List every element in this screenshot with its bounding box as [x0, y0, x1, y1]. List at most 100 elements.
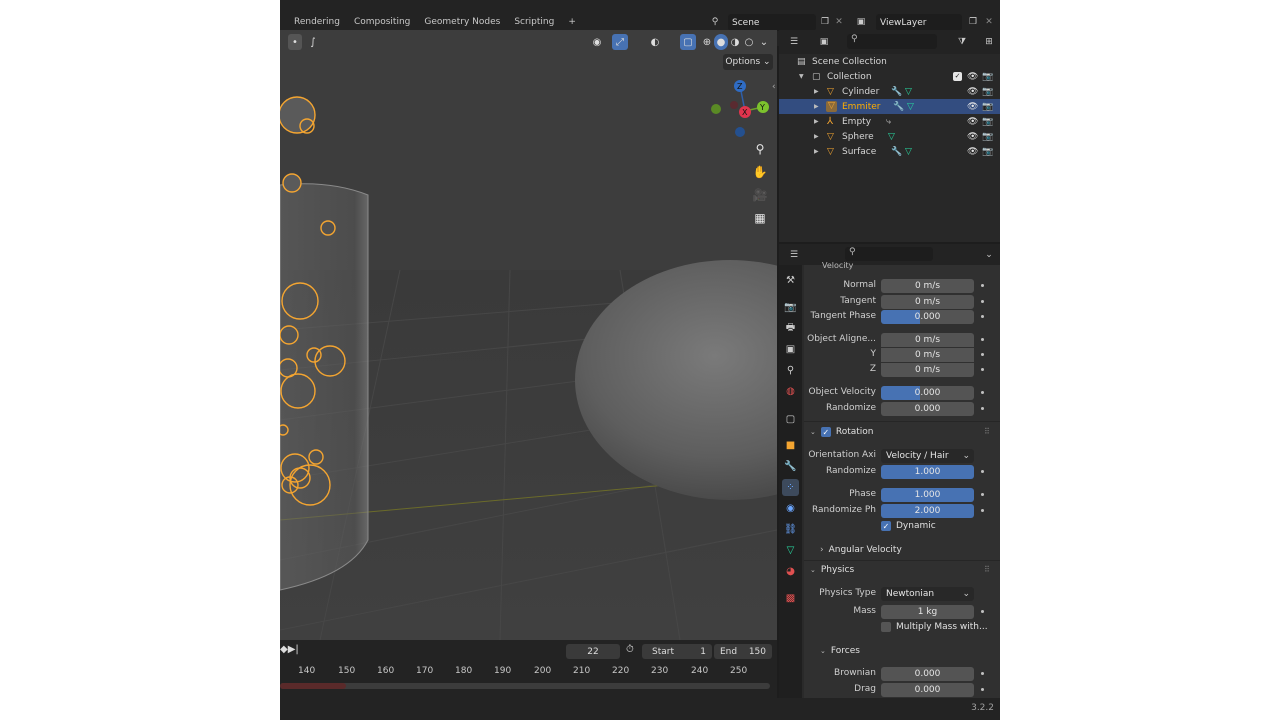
keyframe-dot[interactable]: [981, 300, 984, 303]
collection-tab-icon[interactable]: ▢: [782, 411, 799, 428]
dynamic-checkbox[interactable]: ✓: [881, 521, 891, 531]
new-collection-icon[interactable]: ⊞: [982, 35, 996, 49]
randomize-rotation-slider[interactable]: 1.000: [881, 465, 974, 479]
properties-search-field[interactable]: ⚲: [845, 247, 933, 261]
remove-view-layer-icon[interactable]: ✕: [982, 15, 996, 29]
chevron-down-icon[interactable]: ⌄: [810, 428, 816, 436]
navigation-gizmo[interactable]: Z Y X: [704, 74, 774, 144]
object-velocity-slider[interactable]: 0.000: [881, 386, 974, 400]
3d-viewport[interactable]: • ∫ ◉ ⤢ ◐ ▢ ⊕ ● ◑ ○ ⌄ Options ⌄ ‹ Z Y X: [280, 30, 777, 640]
object-tab-icon[interactable]: ■: [782, 437, 799, 454]
camera-view-icon[interactable]: 🎥: [750, 185, 770, 205]
constraint-icon[interactable]: ⤷: [886, 117, 891, 127]
eye-icon[interactable]: 👁: [967, 132, 978, 142]
eye-icon[interactable]: 👁: [967, 117, 978, 127]
keyframe-dot[interactable]: [981, 470, 984, 473]
tool-tab-icon[interactable]: ⚒: [782, 272, 799, 289]
object-aligned-x-field[interactable]: 0 m/s: [881, 333, 974, 347]
forces-subpanel[interactable]: ⌄ Forces: [820, 646, 860, 656]
exclude-checkbox[interactable]: ✓: [953, 72, 962, 81]
rotation-section-header[interactable]: ⌄ ✓ Rotation: [810, 427, 874, 437]
scene-tab-icon[interactable]: ⚲: [782, 362, 799, 379]
tree-row-surface[interactable]: ▶ ▽ Surface 🔧 ▽ 👁 📷: [779, 144, 1000, 159]
xray-toggle-icon[interactable]: ▢: [680, 34, 696, 50]
expand-right-icon[interactable]: ▶: [814, 148, 819, 155]
modifier-tab-icon[interactable]: 🔧: [782, 458, 799, 475]
shading-rendered-icon[interactable]: ○: [742, 34, 756, 50]
start-frame-field[interactable]: Start 1: [642, 644, 712, 659]
eye-icon[interactable]: 👁: [967, 102, 978, 112]
current-frame-field[interactable]: 22: [566, 644, 620, 659]
keyframe-dot[interactable]: [981, 509, 984, 512]
data-tab-icon[interactable]: ▽: [782, 542, 799, 559]
proportional-edit-icon[interactable]: ∫: [306, 34, 320, 50]
material-tab-icon[interactable]: ◕: [782, 563, 799, 580]
drag-grip-icon[interactable]: ⠿: [984, 565, 990, 574]
modifier-wrench-icon[interactable]: 🔧: [891, 147, 902, 157]
editor-type-icon[interactable]: ☰: [787, 248, 801, 262]
mass-field[interactable]: 1 kg: [881, 605, 974, 619]
physics-tab-icon[interactable]: ◉: [782, 500, 799, 517]
shading-solid-icon[interactable]: ●: [714, 34, 728, 50]
mesh-data-icon[interactable]: ▽: [905, 87, 912, 97]
angular-velocity-subpanel[interactable]: › Angular Velocity: [820, 545, 902, 555]
render-camera-icon[interactable]: 📷: [982, 72, 993, 82]
tangent-phase-slider[interactable]: 0.000: [881, 310, 974, 324]
zoom-icon[interactable]: ⚲: [750, 139, 770, 159]
gizmo-toggle-icon[interactable]: ⤢: [612, 34, 628, 50]
eye-icon[interactable]: 👁: [967, 87, 978, 97]
orientation-axis-select[interactable]: Velocity / Hair ⌄: [881, 449, 974, 463]
expand-right-icon[interactable]: ▶: [814, 88, 819, 95]
view-layer-selector[interactable]: ViewLayer: [876, 14, 962, 31]
shading-wireframe-icon[interactable]: ⊕: [700, 34, 714, 50]
tree-row-collection[interactable]: ▼ ▢ Collection ✓ 👁 📷: [779, 69, 1000, 84]
tangent-field[interactable]: 0 m/s: [881, 295, 974, 309]
physics-section-header[interactable]: ⌄ Physics: [810, 565, 854, 575]
render-camera-icon[interactable]: 📷: [982, 147, 993, 157]
keyframe-dot[interactable]: [981, 672, 984, 675]
keyframe-dot[interactable]: [981, 407, 984, 410]
render-camera-icon[interactable]: 📷: [982, 87, 993, 97]
mesh-data-icon[interactable]: ▽: [907, 102, 914, 112]
expand-down-icon[interactable]: ▼: [799, 73, 804, 80]
scene-selector[interactable]: Scene: [728, 14, 816, 31]
modifier-wrench-icon[interactable]: 🔧: [893, 102, 904, 112]
expand-right-icon[interactable]: ▶: [814, 103, 819, 110]
normal-field[interactable]: 0 m/s: [881, 279, 974, 293]
remove-scene-icon[interactable]: ✕: [832, 15, 846, 29]
keyframe-dot[interactable]: [981, 368, 984, 371]
shading-material-icon[interactable]: ◑: [728, 34, 742, 50]
new-view-layer-icon[interactable]: ❐: [966, 15, 980, 29]
eye-icon[interactable]: 👁: [967, 147, 978, 157]
tab-scripting[interactable]: Scripting: [514, 17, 554, 27]
chevron-down-icon[interactable]: ⌄: [810, 566, 816, 574]
filter-icon[interactable]: ⧩: [955, 35, 969, 49]
tab-compositing[interactable]: Compositing: [354, 17, 410, 27]
snap-icon[interactable]: •: [288, 34, 302, 50]
render-camera-icon[interactable]: 📷: [982, 117, 993, 127]
view-layer-icon[interactable]: ▣: [854, 15, 868, 29]
object-aligned-y-field[interactable]: 0 m/s: [881, 348, 974, 362]
keyframe-dot[interactable]: [981, 315, 984, 318]
scene-icon[interactable]: ⚲: [708, 15, 722, 29]
view-layer-tab-icon[interactable]: ▣: [782, 341, 799, 358]
stopwatch-icon[interactable]: ⏱: [626, 644, 634, 655]
keyframe-dot[interactable]: [981, 353, 984, 356]
shading-options-icon[interactable]: ⌄: [758, 34, 770, 50]
multiply-mass-toggle[interactable]: Multiply Mass with...: [881, 622, 988, 632]
texture-tab-icon[interactable]: ▩: [782, 590, 799, 607]
physics-type-select[interactable]: Newtonian ⌄: [881, 587, 974, 601]
options-dropdown[interactable]: Options ⌄: [723, 54, 773, 70]
cylinder-object[interactable]: [280, 183, 369, 591]
render-camera-icon[interactable]: 📷: [982, 132, 993, 142]
tree-row-cylinder[interactable]: ▶ ▽ Cylinder 🔧 ▽ 👁 📷: [779, 84, 1000, 99]
add-workspace-button[interactable]: +: [568, 17, 576, 27]
tree-row-sphere[interactable]: ▶ ▽ Sphere ▽ 👁 📷: [779, 129, 1000, 144]
drag-field[interactable]: 0.000: [881, 683, 974, 697]
render-camera-icon[interactable]: 📷: [982, 102, 993, 112]
mesh-data-icon[interactable]: ▽: [905, 147, 912, 157]
end-frame-field[interactable]: End 150: [714, 644, 772, 659]
output-tab-icon[interactable]: 🖶: [782, 320, 799, 337]
display-mode-icon[interactable]: ▣: [817, 35, 831, 49]
tree-row-scene-collection[interactable]: ▤ Scene Collection: [779, 54, 1000, 69]
